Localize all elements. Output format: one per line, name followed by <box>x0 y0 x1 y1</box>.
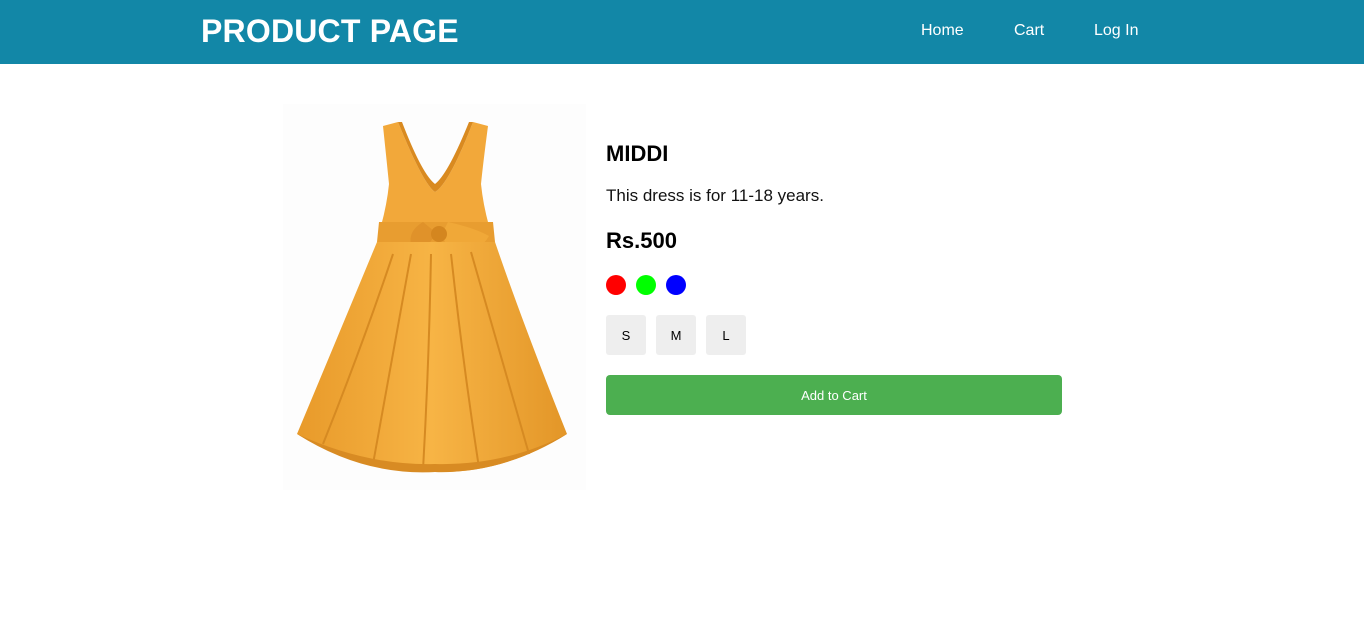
product-price: Rs.500 <box>606 228 677 253</box>
site-title: PRODUCT PAGE <box>201 13 459 49</box>
size-button-s[interactable]: S <box>606 315 646 355</box>
dress-illustration <box>297 122 567 473</box>
add-to-cart-button[interactable]: Add to Cart <box>606 375 1062 415</box>
product-name: MIDDI <box>606 141 669 166</box>
nav-link-cart[interactable]: Cart <box>1014 20 1044 42</box>
nav-link-log-in[interactable]: Log In <box>1094 20 1138 42</box>
product-image <box>283 104 586 490</box>
nav-link-home[interactable]: Home <box>921 20 964 42</box>
product-description: This dress is for 11-18 years. <box>606 186 824 205</box>
color-swatch-red[interactable] <box>606 275 626 295</box>
size-button-l[interactable]: L <box>706 315 746 355</box>
top-nav-bar: PRODUCT PAGE Home Cart Log In <box>0 0 1364 64</box>
color-swatch-blue[interactable] <box>666 275 686 295</box>
color-swatch-green[interactable] <box>636 275 656 295</box>
size-button-m[interactable]: M <box>656 315 696 355</box>
